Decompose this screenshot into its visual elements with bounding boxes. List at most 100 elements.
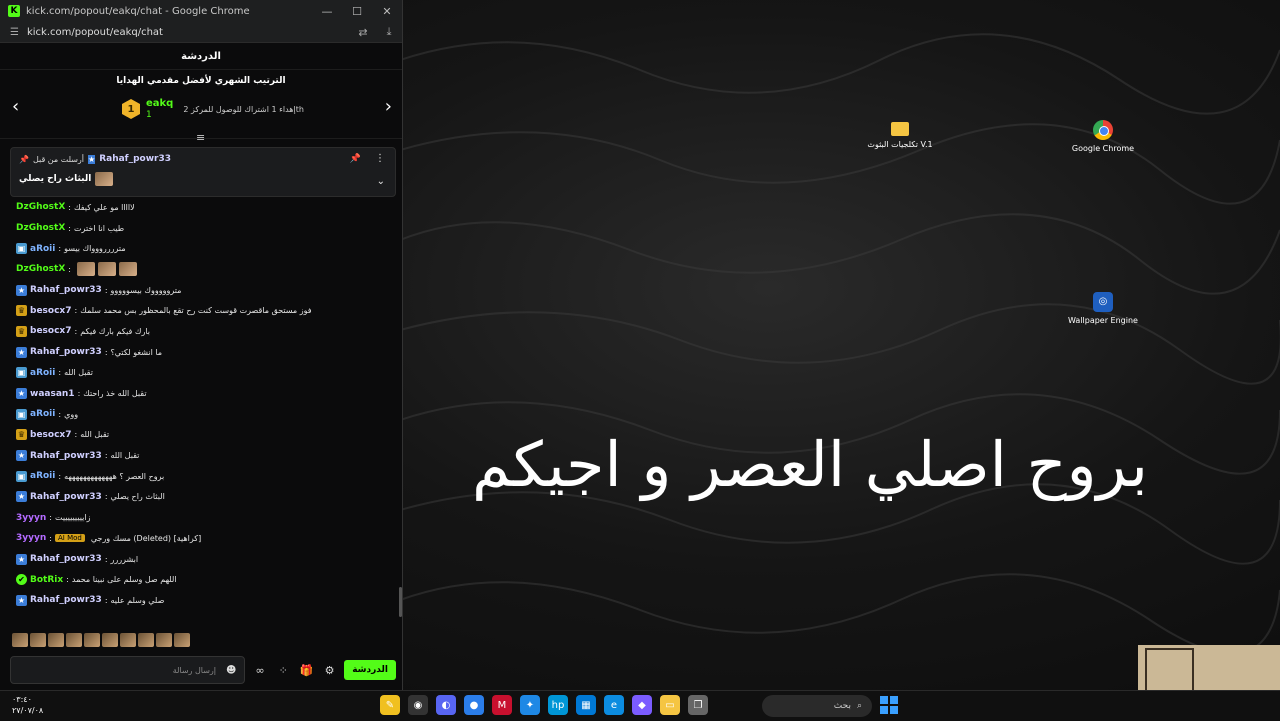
chat-message[interactable]: ✔ BotRix: اللهم صل وسلم على نبينا محمد — [0, 569, 402, 590]
chat-username[interactable]: Rahaf_powr33 — [30, 554, 102, 564]
copilot-icon[interactable]: ◆ — [632, 695, 652, 715]
obs-icon[interactable]: ◉ — [408, 695, 428, 715]
ai-mod-tag: AI Mod — [54, 534, 85, 543]
site-info-icon[interactable]: ☰ — [10, 27, 19, 38]
translate-icon[interactable]: ⇄ — [350, 26, 376, 39]
chat-message[interactable]: ★ Rahaf_powr33: تقبل الله — [0, 445, 402, 466]
chat-message[interactable]: ★ Rahaf_powr33: ما انشغو لكتي؟ — [0, 342, 402, 363]
unpin-icon[interactable]: 📌 — [350, 154, 361, 164]
chat-username[interactable]: 3yyyn — [16, 513, 46, 523]
chat-scrollbar[interactable] — [399, 587, 402, 617]
url-text[interactable]: kick.com/popout/eakq/chat — [27, 27, 350, 38]
chat-username[interactable]: Rahaf_powr33 — [30, 347, 102, 357]
pinned-message[interactable]: 📌 أرسلت من قبل ★ Rahaf_powr33 البثاث راح… — [10, 147, 396, 197]
chat-message[interactable]: ♛ besocx7: تقبل الله — [0, 425, 402, 446]
chat-username[interactable]: Rahaf_powr33 — [30, 595, 102, 605]
sticky-notes-icon[interactable]: ✎ — [380, 695, 400, 715]
taskbar-clock[interactable]: ٠٣:٤٠ ٢٧/٠٧/٠٨ — [12, 694, 43, 716]
chat-username[interactable]: Rahaf_powr33 — [30, 492, 102, 502]
chat-username[interactable]: DzGhostX — [16, 264, 65, 274]
chat-message[interactable]: ★ Rahaf_powr33: متروووووك بيسووووو — [0, 280, 402, 301]
chat-username[interactable]: aRoii — [30, 471, 55, 481]
chat-message[interactable]: ♛ besocx7: فوز مستحق ماقصرت قوست كنت رح تق… — [0, 300, 402, 321]
emote-quick-row[interactable] — [0, 630, 402, 650]
taskbar-search[interactable]: بحث ⌕ — [762, 695, 872, 717]
emote-image[interactable] — [48, 633, 64, 647]
chat-messages[interactable]: DzGhostX: لااااا مو علي كيفك DzGhostX: طيب … — [0, 197, 402, 630]
chat-username[interactable]: aRoii — [30, 244, 55, 254]
settings-gear-icon[interactable]: ⚙ — [321, 664, 338, 677]
chat-message-text: البثاث راح يصلي — [110, 492, 165, 502]
download-icon[interactable]: ⤓ — [376, 25, 402, 39]
edge-icon[interactable]: e — [604, 695, 624, 715]
desktop-chrome-label: Google Chrome — [1071, 144, 1135, 153]
chat-message[interactable]: ★ Rahaf_powr33: صلي وسلم عليه — [0, 590, 402, 611]
desktop-wallpaper-engine[interactable]: ◎ Wallpaper Engine — [1068, 292, 1138, 325]
chat-username[interactable]: aRoii — [30, 409, 55, 419]
chat-message[interactable]: ★ waasan1: تقبل الله خذ راحتك — [0, 383, 402, 404]
chat-username[interactable]: besocx7 — [30, 326, 72, 336]
discord-icon[interactable]: ◐ — [436, 695, 456, 715]
chat-message[interactable]: ★ Rahaf_powr33: ابشرررر — [0, 549, 402, 570]
gift-icon[interactable]: 🎁 — [298, 664, 315, 677]
chat-username[interactable]: aRoii — [30, 368, 55, 378]
chat-username[interactable]: DzGhostX — [16, 202, 65, 212]
chat-username[interactable]: Rahaf_powr33 — [30, 285, 102, 295]
windows-start-icon[interactable] — [880, 696, 898, 714]
chat-message[interactable]: 3yyyn: زايييييييييت — [0, 507, 402, 528]
emote-image[interactable] — [102, 633, 118, 647]
emote-image[interactable] — [120, 633, 136, 647]
file-explorer-icon[interactable]: ▭ — [660, 695, 680, 715]
chat-username[interactable]: besocx7 — [30, 306, 72, 316]
chat-message[interactable]: ▣ aRoii: تقبل الله — [0, 363, 402, 384]
chat-message[interactable]: ♛ besocx7: بارك فيكم بارك فيكم — [0, 321, 402, 342]
chat-username[interactable]: Rahaf_powr33 — [30, 451, 102, 461]
maximize-icon[interactable]: ☐ — [342, 5, 372, 18]
chat-username[interactable]: BotRix — [30, 575, 63, 585]
desktop-chrome[interactable]: Google Chrome — [1068, 120, 1138, 153]
emote-image[interactable] — [66, 633, 82, 647]
username-separator: : — [58, 409, 62, 419]
emoji-icon[interactable]: ☻ — [226, 665, 236, 676]
emote-image[interactable] — [12, 633, 28, 647]
chat-username[interactable]: besocx7 — [30, 430, 72, 440]
emote-image[interactable] — [138, 633, 154, 647]
chat-message[interactable]: 3yyyn: AI Mod مسك ورجي (Deleted) [كراهية] — [0, 528, 402, 549]
emote-image[interactable] — [30, 633, 46, 647]
bubbles-icon[interactable]: ⁘ — [275, 664, 292, 677]
task-view-icon[interactable]: ❐ — [688, 695, 708, 715]
chat-message[interactable]: DzGhostX: — [0, 259, 402, 280]
store-icon[interactable]: ▦ — [576, 695, 596, 715]
chrome-taskbar-icon[interactable]: ● — [464, 695, 484, 715]
emote-image[interactable] — [84, 633, 100, 647]
chat-username[interactable]: 3yyyn — [16, 533, 46, 543]
more-options-icon[interactable]: ⋮ — [375, 153, 385, 164]
address-bar[interactable]: ☰ kick.com/popout/eakq/chat ⇄ ⤓ — [0, 22, 402, 43]
desktop-folder[interactable]: تكلجيات البثوث V.1 — [865, 122, 935, 149]
antivirus-icon[interactable]: M — [492, 695, 512, 715]
chevron-left-icon[interactable]: ‹ — [12, 96, 19, 117]
chat-message[interactable]: ▣ aRoii: متررررووواك بيسو — [0, 238, 402, 259]
chat-message[interactable]: ★ Rahaf_powr33: البثاث راح يصلي — [0, 487, 402, 508]
chat-message[interactable]: DzGhostX: لااااا مو علي كيفك — [0, 197, 402, 218]
chat-message[interactable]: ▣ aRoii: بروح العصر ؟ هههههههههههههه — [0, 466, 402, 487]
chat-message[interactable]: ▣ aRoii: ووي — [0, 404, 402, 425]
minimize-icon[interactable]: — — [312, 5, 342, 18]
send-chat-button[interactable]: الدردشة — [344, 660, 396, 680]
chat-username[interactable]: waasan1 — [30, 389, 75, 399]
chat-message[interactable]: DzGhostX: طيب انا اخترت — [0, 218, 402, 239]
close-icon[interactable]: ✕ — [372, 5, 402, 18]
leaderboard-entry[interactable]: 1 eakq 1 إهداء 1 اشتراك للوصول للمركز 2t… — [122, 98, 304, 120]
collapse-icon[interactable]: ≡ — [196, 131, 205, 144]
app-icon[interactable]: ✦ — [520, 695, 540, 715]
emote-image[interactable] — [156, 633, 172, 647]
chat-username[interactable]: DzGhostX — [16, 223, 65, 233]
infinity-icon[interactable]: ∞ — [251, 664, 268, 677]
hp-icon[interactable]: hp — [548, 695, 568, 715]
chat-input[interactable]: إرسال رسالة ☻ — [10, 656, 246, 684]
chevron-right-icon[interactable]: › — [385, 96, 392, 117]
chat-message-text: لااااا مو علي كيفك — [74, 202, 135, 212]
pinned-user[interactable]: Rahaf_powr33 — [99, 154, 171, 164]
emote-image[interactable] — [174, 633, 190, 647]
chevron-down-icon[interactable]: ⌄ — [377, 176, 385, 187]
